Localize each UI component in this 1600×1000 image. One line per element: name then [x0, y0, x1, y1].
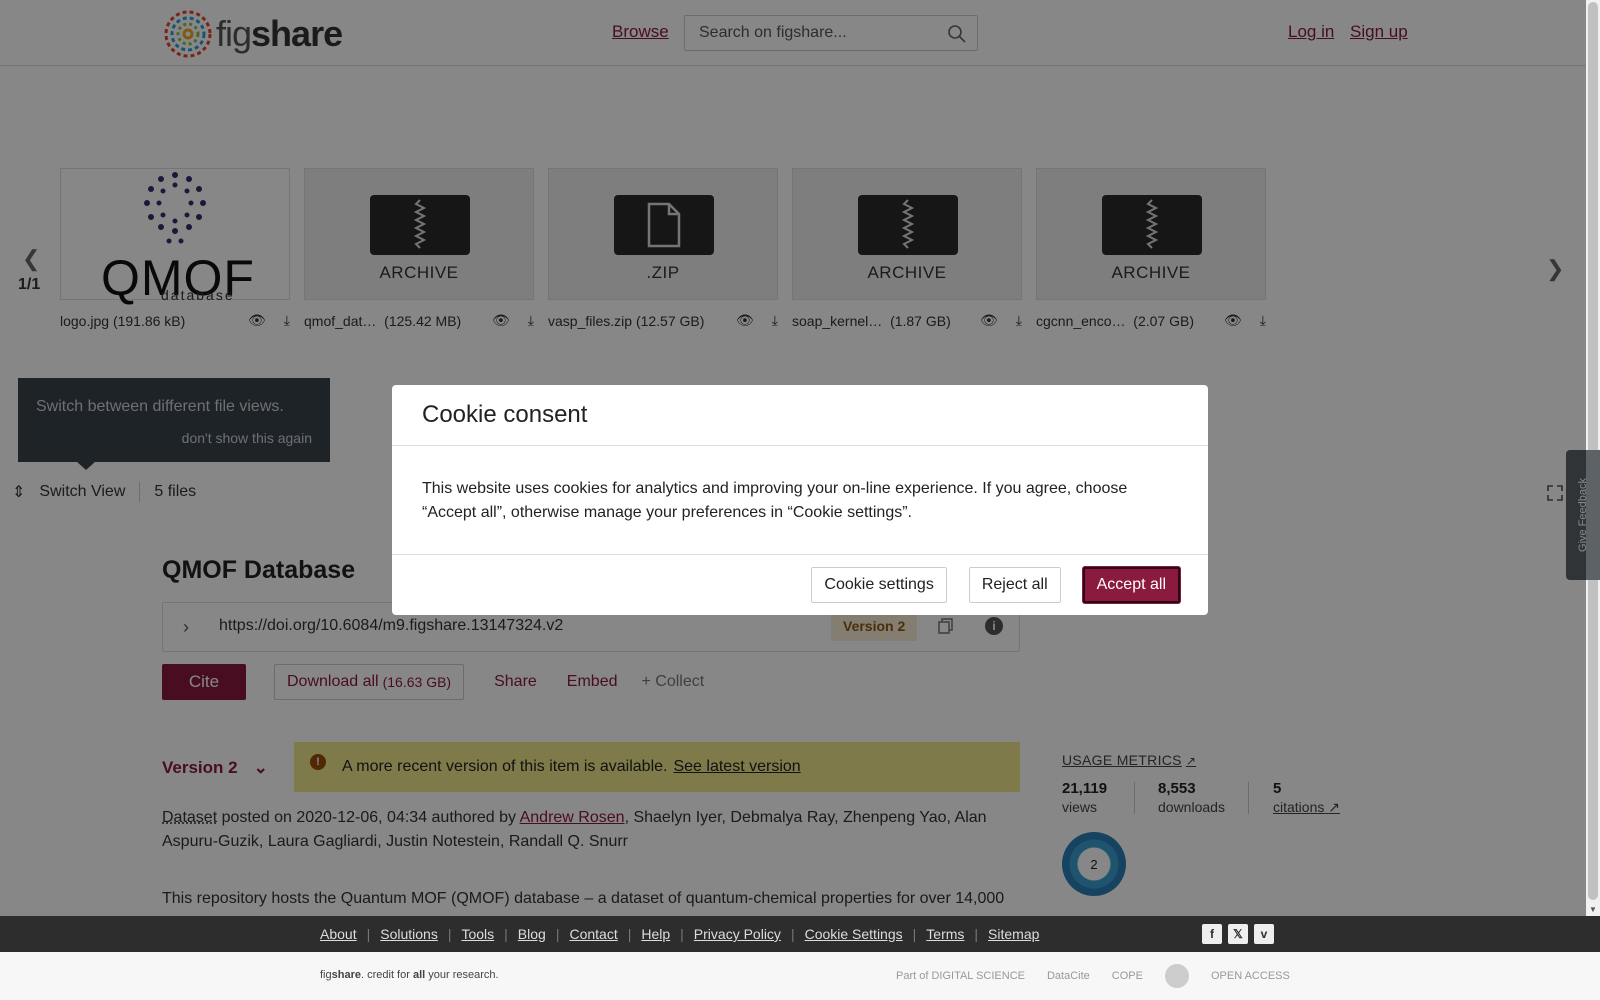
footer-link-privacy-policy[interactable]: Privacy Policy: [694, 926, 781, 942]
dialog-divider: [392, 445, 1208, 446]
footer-link-tools[interactable]: Tools: [461, 926, 494, 942]
scroll-down-arrow-icon[interactable]: ▼: [1589, 905, 1597, 914]
partner-seal-icon[interactable]: [1164, 964, 1189, 988]
footer-separator: |: [790, 926, 795, 942]
cookie-settings-button[interactable]: Cookie settings: [811, 567, 947, 603]
footer-separator: |: [680, 926, 684, 942]
footer-link-terms[interactable]: Terms: [926, 926, 964, 942]
vimeo-icon[interactable]: v: [1254, 924, 1274, 944]
footer-link-sitemap[interactable]: Sitemap: [988, 926, 1039, 942]
social-links: f 𝕏 v: [1202, 924, 1274, 944]
footer-separator: |: [366, 926, 371, 942]
footer-link-cookie-settings[interactable]: Cookie Settings: [805, 926, 903, 942]
datacite-logo[interactable]: DataCite: [1047, 970, 1090, 982]
cookie-dialog-title: Cookie consent: [422, 401, 588, 428]
cookie-dialog-actions: Cookie settings Reject all Accept all: [811, 567, 1180, 603]
footer-separator: |: [974, 926, 979, 942]
footer-tagline: figshare. credit for all your research.: [320, 969, 499, 981]
footer-link-about[interactable]: About: [320, 926, 357, 942]
reject-all-button[interactable]: Reject all: [968, 567, 1061, 603]
digital-science-logo[interactable]: Part of DIGITAL SCIENCE: [896, 970, 1025, 982]
footer-links: About | Solutions | Tools | Blog | Contact | Help |…: [320, 926, 1039, 942]
cookie-consent-dialog: Cookie consent This website uses cookies…: [392, 385, 1208, 615]
footer-separator: |: [504, 926, 508, 942]
accept-all-button[interactable]: Accept all: [1082, 567, 1180, 603]
partner-logos: Part of DIGITAL SCIENCE DataCite COPE OP…: [896, 964, 1290, 988]
footer-bottom: figshare. credit for all your research. …: [0, 952, 1600, 1000]
footer-separator: |: [555, 926, 560, 942]
tagline-end: your research.: [425, 969, 499, 981]
open-access-logo[interactable]: OPEN ACCESS: [1211, 970, 1290, 982]
footer-link-contact[interactable]: Contact: [569, 926, 617, 942]
cookie-dialog-body: This website uses cookies for analytics …: [422, 480, 1128, 521]
dialog-divider: [392, 554, 1208, 555]
footer-separator: |: [627, 926, 632, 942]
tagline-bold: share: [331, 969, 361, 981]
tagline-all: all: [412, 969, 426, 981]
footer-nav: About | Solutions | Tools | Blog | Contact | Help |…: [0, 916, 1600, 952]
footer-separator: |: [912, 926, 917, 942]
facebook-icon[interactable]: f: [1202, 924, 1222, 944]
cope-logo[interactable]: COPE: [1112, 970, 1143, 982]
tagline-mid: . credit for: [360, 969, 413, 981]
tagline-prefix: fig: [320, 969, 332, 981]
footer-link-help[interactable]: Help: [641, 926, 670, 942]
x-twitter-icon[interactable]: 𝕏: [1228, 924, 1248, 944]
footer-link-solutions[interactable]: Solutions: [380, 926, 438, 942]
footer-separator: |: [447, 926, 452, 942]
footer-link-blog[interactable]: Blog: [518, 926, 546, 942]
